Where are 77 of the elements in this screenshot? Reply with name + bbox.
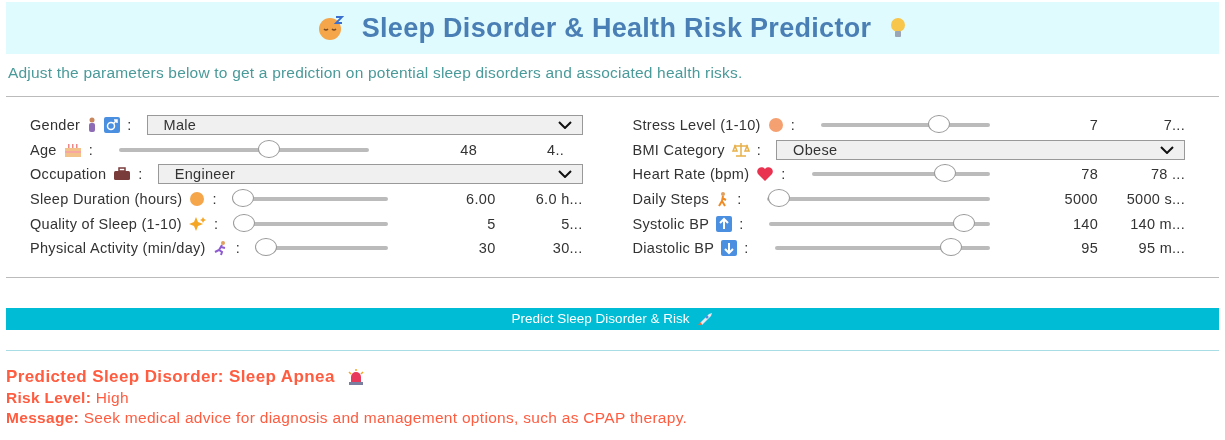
chevron-down-icon [557, 121, 572, 130]
result-heading: Predicted Sleep Disorder: Sleep Apnea [6, 366, 335, 387]
rocket-icon [697, 311, 714, 326]
field-label: Occupation [30, 166, 107, 183]
value-text: 95 [1080, 240, 1098, 257]
slider-thumb[interactable] [258, 139, 281, 158]
slider-thumb[interactable] [255, 238, 278, 257]
slider-thumb[interactable] [940, 238, 963, 257]
page-title: Sleep Disorder & Health Risk Predictor [361, 12, 872, 44]
colon-separator: : [756, 141, 762, 158]
readout-text: 140 m... [1129, 215, 1185, 232]
colon-separator: : [235, 240, 241, 257]
value-text: 5000 [1063, 191, 1098, 208]
field-label: Heart Rate (bpm) [632, 166, 750, 183]
field-label: Gender [30, 117, 81, 134]
scales-icon [731, 141, 750, 158]
readout-text: 5000 s... [1125, 191, 1185, 208]
dropdown-field[interactable]: Male [146, 115, 583, 136]
down-arrow-icon [721, 240, 738, 257]
field-label: Sleep Duration (hours) [30, 191, 183, 208]
chevron-down-icon [557, 170, 572, 179]
colon-separator: : [212, 191, 217, 208]
readout-text: 7... [1162, 117, 1185, 134]
chevron-down-icon [1160, 145, 1174, 154]
result-text: Message: Seek medical advice for diagnosis and management options, such as CPAP therapy. [6, 408, 689, 427]
value-text: 5 [486, 215, 496, 232]
person-icon [87, 117, 98, 134]
slider-thumb[interactable] [231, 189, 254, 208]
slider-thumb[interactable] [928, 115, 951, 134]
readout-text: 78 ... [1149, 166, 1185, 183]
light-bulb-icon [889, 16, 908, 40]
readout-text: 6.0 h... [534, 191, 583, 208]
up-arrow-icon [716, 215, 733, 232]
slider-thumb[interactable] [952, 213, 975, 232]
cake-icon [63, 142, 82, 157]
colon-separator: : [214, 215, 219, 232]
face-icon [767, 117, 784, 134]
male-sign-icon [104, 117, 121, 134]
field-label: BMI Category [632, 141, 725, 158]
value-text: 6.00 [465, 191, 496, 208]
field-label: Stress Level (1-10) [632, 117, 761, 134]
result-text: Risk Level: High [6, 388, 130, 407]
field-label: Systolic BP [632, 215, 710, 232]
colon-separator: : [744, 240, 749, 257]
colon-separator: : [781, 166, 786, 183]
briefcase-icon [113, 167, 132, 182]
colon-separator: : [790, 117, 796, 134]
slider-thumb[interactable] [233, 213, 256, 232]
colon-separator: : [739, 215, 744, 232]
field-label: Daily Steps [632, 191, 710, 208]
field-label: Physical Activity (min/day) [30, 240, 206, 257]
value-text: 140 [1071, 215, 1098, 232]
heart-icon [756, 166, 775, 183]
readout-text: 4.. [546, 141, 565, 158]
readout-text: 30... [551, 240, 583, 257]
intro-text: Adjust the parameters below to get a prediction on potential sleep disorders and associated health risks. [8, 64, 744, 82]
slider-thumb[interactable] [767, 189, 790, 208]
value-text: 78 [1080, 166, 1098, 183]
face-icon [189, 191, 206, 208]
colon-separator: : [88, 141, 94, 158]
colon-separator: : [138, 166, 143, 183]
readout-text: 95 m... [1137, 240, 1185, 257]
sparkles-icon [189, 215, 207, 232]
dropdown-field[interactable]: Engineer [157, 164, 583, 185]
field-label: Age [30, 141, 57, 158]
value-text: 48 [459, 141, 478, 158]
siren-icon [346, 368, 365, 385]
field-label: Diastolic BP [632, 240, 715, 257]
readout-text: 5... [560, 215, 583, 232]
field-label: Quality of Sleep (1-10) [30, 215, 182, 232]
value-text: 7 [1088, 117, 1098, 134]
sleepy-face-icon [317, 15, 344, 41]
dropdown-field[interactable]: Obese [776, 139, 1185, 160]
colon-separator: : [127, 117, 132, 134]
value-text: 30 [477, 240, 496, 257]
slider-thumb[interactable] [934, 164, 957, 183]
colon-separator: : [737, 191, 742, 208]
